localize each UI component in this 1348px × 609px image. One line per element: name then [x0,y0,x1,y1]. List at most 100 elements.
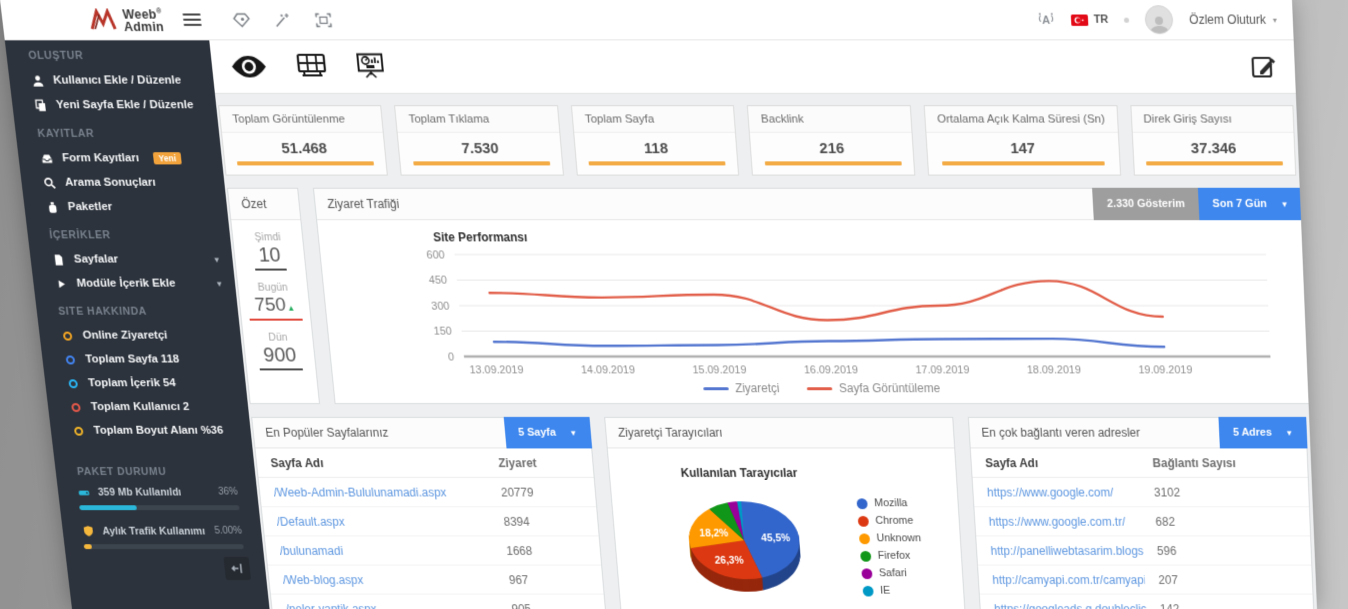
svg-text:26,3%: 26,3% [714,555,744,566]
table-row: /neler-yaptik.aspx 905 [271,595,606,609]
stat-card-label: Toplam Tıklama [396,106,560,133]
language-selector[interactable]: TR [1070,13,1108,25]
sidebar-item-total-content[interactable]: Toplam İçerik 54 [44,371,247,395]
impressions-badge: 2.330 Gösterim [1092,188,1199,220]
stat-card-value: 216 [750,133,913,162]
status-donut-icon [71,424,86,438]
pie-legend-item: Mozilla [856,497,919,509]
svg-text:300: 300 [431,301,450,313]
page-link[interactable]: /Weeb-Admin-Bululunamadi.aspx [259,478,489,506]
legend-dot-icon [856,498,867,509]
sidebar-item-form-records[interactable]: Form Kayıtları Yeni [17,146,223,170]
play-icon [53,277,68,291]
chevron-down-icon[interactable]: ▼ [212,255,221,264]
svg-text:A: A [1041,15,1050,27]
sidebar-item-online-visitors[interactable]: Online Ziyaretçi [38,324,242,348]
backlink-url[interactable]: http://camyapi.com.tr/camyapit [978,566,1146,594]
backlink-url[interactable]: https://www.google.com.tr/ [974,507,1142,535]
sidebar-item-total-users[interactable]: Toplam Kullanıcı 2 [47,395,250,419]
hamburger-menu-icon[interactable] [182,10,202,29]
page-link[interactable]: /bulunamadi [265,536,494,564]
svg-text:17.09.2019: 17.09.2019 [915,365,970,377]
sidebar-item-packages[interactable]: Paketler [23,195,228,219]
chevron-down-icon: ▼ [1281,199,1289,208]
summary-panel-title: Özet [228,189,300,220]
translate-icon[interactable]: A [1036,11,1055,28]
traffic-usage-percent: 5.00% [214,526,243,537]
sidebar-item-pages[interactable]: Sayfalar ▼ [29,247,234,271]
visit-count: 1668 [491,536,601,564]
chevron-down-icon[interactable]: ▼ [215,279,224,288]
backlink-url[interactable]: https://googleads.g.doubleclic [980,595,1147,609]
pie-legend-item: Unknown [859,533,922,545]
sidebar-item-module-content[interactable]: Modüle İçerik Ekle ▼ [32,272,236,296]
sidebar-item-add-user[interactable]: Kullanıcı Ekle / Düzenle [8,68,215,93]
table-board-icon[interactable] [294,53,329,80]
yesterday-value: 900 [257,345,302,371]
stat-card-label: Toplam Sayfa [572,106,735,133]
section-title-contents: İÇERİKLER [26,219,231,247]
status-donut-icon [65,376,80,390]
sidebar-item-add-page[interactable]: Yeni Sayfa Ekle / Düzenle [11,93,217,118]
pie-legend-item: Chrome [858,515,921,527]
stat-card: Ortalama Açık Kalma Süresi (Sn) 147 [923,105,1120,175]
address-count-dropdown[interactable]: 5 Adres▼ [1219,417,1308,449]
sidebar-item-search-results[interactable]: Arama Sonuçları [20,171,225,195]
browsers-panel: Ziyaretçi Tarayıcıları Kullanılan Tarayı… [604,417,967,609]
stat-card-underline [237,161,374,165]
table-row: https://googleads.g.doubleclic 142 [980,595,1314,609]
section-title-package: PAKET DURUMU [54,456,256,483]
today-label: Bugün [238,282,308,294]
date-range-dropdown[interactable]: Son 7 Gün▼ [1198,188,1303,220]
today-value: 750▲ [254,295,296,317]
presentation-chart-icon[interactable] [354,52,387,81]
disk-usage-bar [79,505,240,510]
frame-crop-icon[interactable] [314,12,333,28]
table-row: /Web-blog.aspx 967 [268,566,604,595]
table-header-row: Sayfa Adı Ziyaret [255,448,593,477]
sidebar-item-total-pages[interactable]: Toplam Sayfa 118 [41,348,244,372]
page-link[interactable]: /Default.aspx [262,507,492,535]
sidebar-item-total-size[interactable]: Toplam Boyut Alanı %36 [50,419,252,443]
page-count-dropdown[interactable]: 5 Sayfa▼ [503,417,592,449]
legend-dot-icon [860,551,871,562]
search-icon [42,176,58,190]
svg-text:16.09.2019: 16.09.2019 [804,365,859,377]
backlink-url[interactable]: http://panelliwebtasarim.blogs [976,536,1144,564]
stat-card-label: Toplam Görüntülenme [219,106,383,133]
status-donut-icon [59,329,74,343]
backlink-url[interactable]: https://www.google.com/ [973,478,1142,506]
edit-button[interactable] [1249,52,1277,80]
sidebar-collapse-button[interactable] [223,557,251,580]
magic-wand-icon[interactable] [273,12,292,28]
legend-item: Ziyaretçi [702,381,780,395]
svg-text:150: 150 [433,326,452,338]
chevron-down-icon: ▼ [569,428,577,437]
desktop-background: Weeb® Admin A [0,0,1348,609]
svg-text:18.09.2019: 18.09.2019 [1027,365,1081,377]
page-link[interactable]: /neler-yaptik.aspx [271,595,499,609]
avatar[interactable] [1145,5,1174,34]
backlink-count: 142 [1146,595,1314,609]
separator-dot [1124,17,1129,22]
stat-card: Toplam Tıklama 7.530 [394,105,563,175]
copy-icon [32,98,48,112]
logo-mark-icon [87,8,120,31]
page-link[interactable]: /Web-blog.aspx [268,566,497,594]
stat-card: Toplam Görüntülenme 51.468 [218,105,388,175]
eye-icon[interactable] [229,54,269,78]
traffic-panel: Ziyaret Trafiği 2.330 Gösterim Son 7 Gün… [313,188,1311,404]
svg-text:0: 0 [448,352,455,364]
gem-icon[interactable] [232,12,251,28]
backlink-count: 682 [1141,507,1310,535]
svg-text:13.09.2019: 13.09.2019 [469,365,524,377]
topbar: Weeb® Admin A [0,0,1294,40]
disk-usage-percent: 36% [218,487,239,498]
person-silhouette-icon [1149,15,1170,34]
traffic-panel-title: Ziyaret Trafiği [327,197,400,211]
pie-chart-title: Kullanılan Tarayıcılar [636,466,841,480]
stat-card-value: 51.468 [222,133,386,162]
user-menu[interactable]: Özlem Oluturk ▾ [1189,12,1277,26]
package-icon [44,200,59,214]
svg-text:15.09.2019: 15.09.2019 [692,365,747,377]
